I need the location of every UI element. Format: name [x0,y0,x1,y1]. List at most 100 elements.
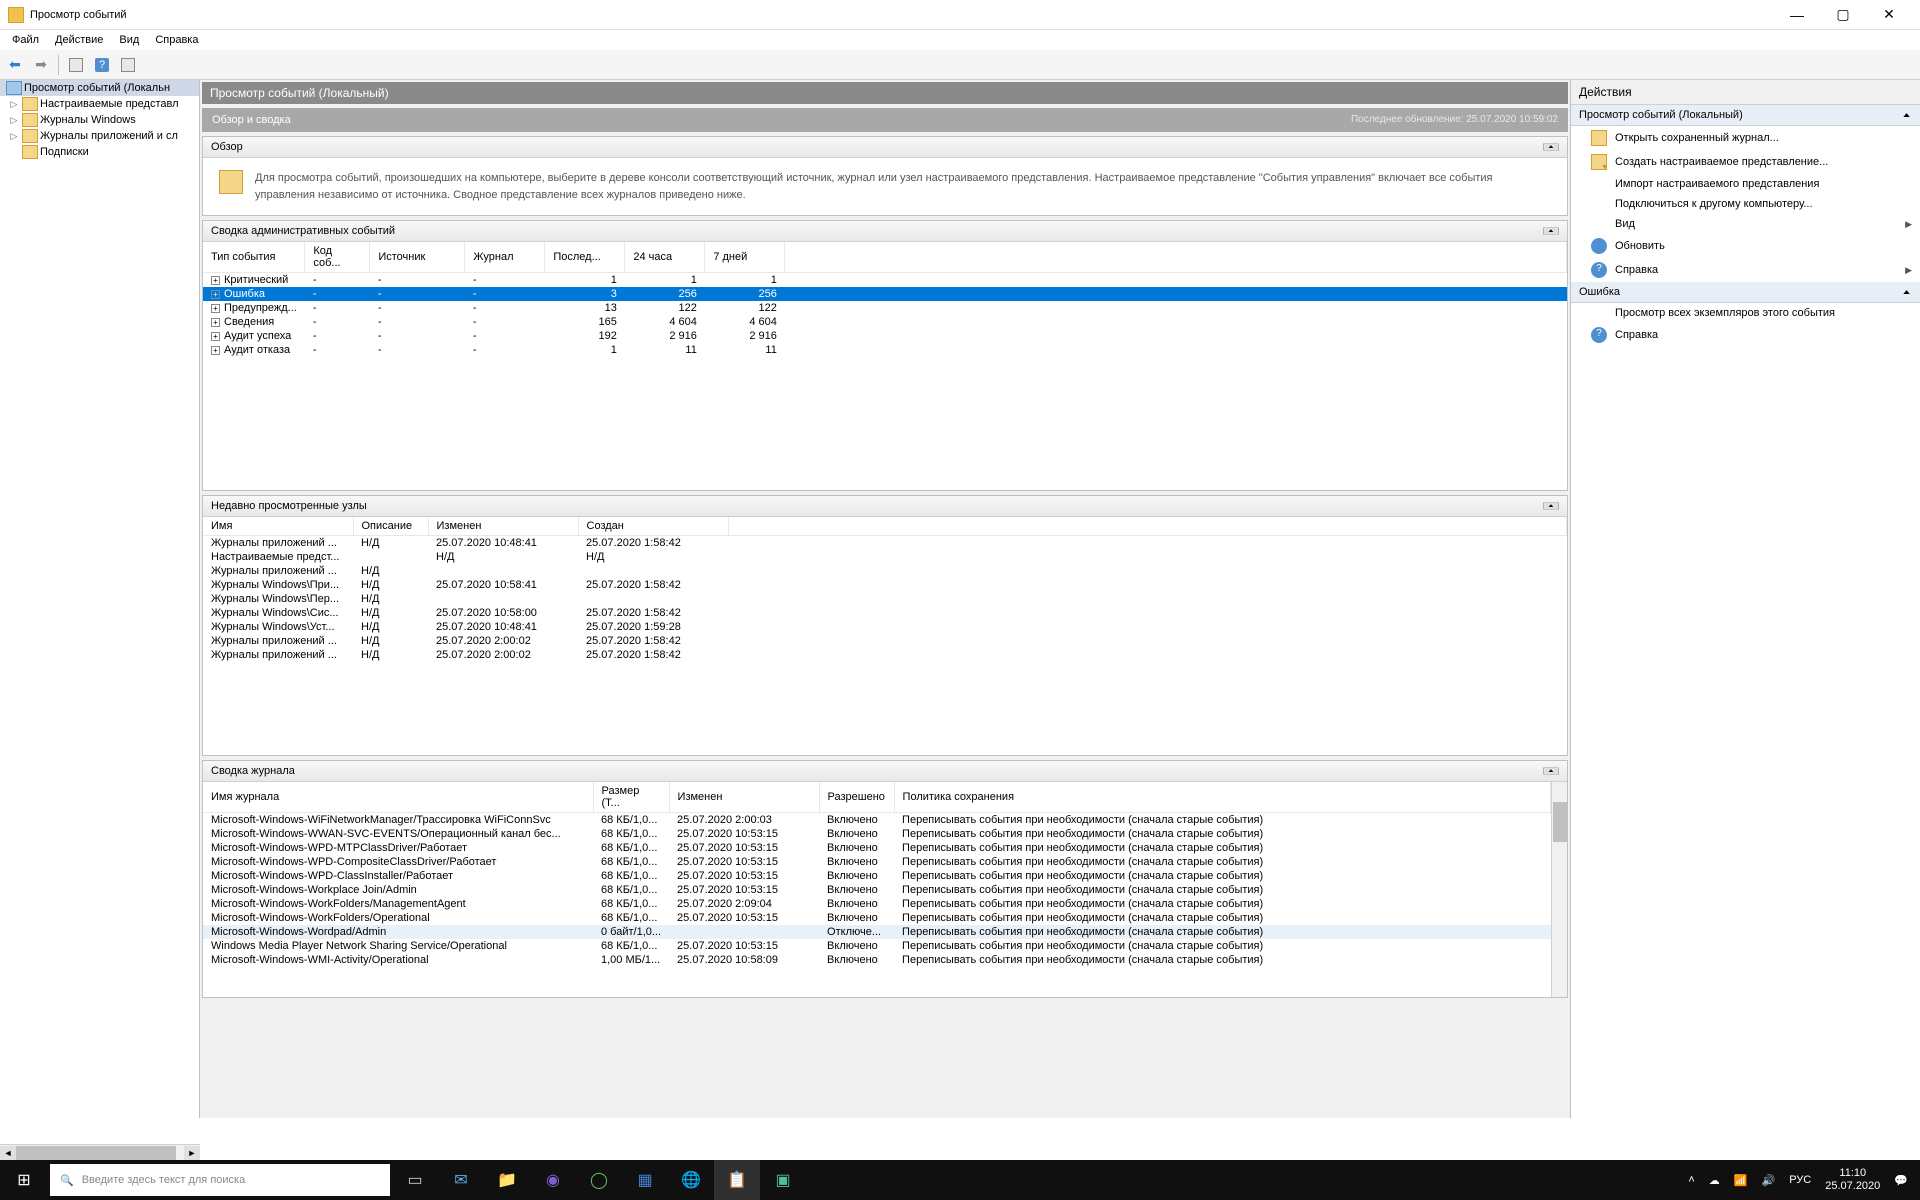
actions-item[interactable]: ?Справка▶ [1571,258,1920,282]
taskbar-search[interactable]: 🔍 Введите здесь текст для поиска [50,1164,390,1196]
start-button[interactable]: ⊞ [0,1160,48,1200]
actions-item[interactable]: Подключиться к другому компьютеру... [1571,194,1920,214]
menu-action[interactable]: Действие [47,32,111,48]
tree-item-windows-logs[interactable]: ▷ Журналы Windows [0,112,199,128]
logs-vscrollbar[interactable] [1551,782,1567,997]
toolbar-help-button[interactable]: ? [91,54,113,76]
column-header[interactable]: Изменен [428,517,578,536]
table-row[interactable]: Microsoft-Windows-WorkFolders/Management… [203,897,1551,911]
taskbar-app-mail[interactable]: ✉ [438,1160,484,1200]
table-row[interactable]: Журналы приложений ...Н/Д [203,564,1567,578]
actions-group-error[interactable]: Ошибка ▲ [1571,282,1920,303]
column-header[interactable]: 24 часа [625,242,705,273]
nav-back-button[interactable]: ⬅ [4,54,26,76]
tray-volume-icon[interactable]: 🔊 [1762,1174,1776,1187]
table-row[interactable]: +Аудит отказа---11111 [203,343,1567,357]
expand-icon[interactable]: ▷ [8,115,20,126]
actions-item[interactable]: Просмотр всех экземпляров этого события [1571,303,1920,323]
table-row[interactable]: Журналы Windows\Сис...Н/Д25.07.2020 10:5… [203,606,1567,620]
actions-item[interactable]: ?Справка [1571,323,1920,347]
table-row[interactable]: Журналы приложений ...Н/Д25.07.2020 2:00… [203,648,1567,662]
table-row[interactable]: +Ошибка---3256256 [203,287,1567,301]
collapse-icon[interactable]: ▲ [1543,143,1559,150]
column-header[interactable]: Имя журнала [203,782,593,813]
tray-notifications-icon[interactable]: 💬 [1894,1174,1908,1187]
table-row[interactable]: Microsoft-Windows-WPD-MTPClassDriver/Раб… [203,841,1551,855]
close-button[interactable]: ✕ [1866,0,1912,30]
collapse-icon[interactable]: ▲ [1901,111,1912,118]
table-row[interactable]: Microsoft-Windows-WiFiNetworkManager/Тра… [203,813,1551,828]
taskbar-app-explorer[interactable]: 📁 [484,1160,530,1200]
table-row[interactable]: Microsoft-Windows-WorkFolders/Operationa… [203,911,1551,925]
table-row[interactable]: +Критический---111 [203,273,1567,288]
actions-item[interactable]: Обновить [1571,234,1920,258]
collapse-icon[interactable]: ▲ [1543,767,1559,774]
collapse-icon[interactable]: ▲ [1543,227,1559,234]
tray-clock[interactable]: 11:10 25.07.2020 [1825,1167,1880,1193]
task-view-button[interactable]: ▭ [392,1160,438,1200]
tree-root[interactable]: Просмотр событий (Локальн [0,80,199,96]
toolbar-btn-1[interactable] [65,54,87,76]
taskbar-app-viber[interactable]: ◉ [530,1160,576,1200]
table-row[interactable]: Microsoft-Windows-WPD-ClassInstaller/Раб… [203,869,1551,883]
tray-language[interactable]: РУС [1789,1174,1811,1186]
column-header[interactable]: Источник [370,242,465,273]
column-header[interactable]: Имя [203,517,353,536]
collapse-icon[interactable]: ▲ [1901,288,1912,295]
minimize-button[interactable]: — [1774,0,1820,30]
actions-item[interactable]: Открыть сохраненный журнал... [1571,126,1920,150]
scroll-thumb[interactable] [1553,802,1567,842]
table-row[interactable]: Microsoft-Windows-WWAN-SVC-EVENTS/Операц… [203,827,1551,841]
table-row[interactable]: Microsoft-Windows-WMI-Activity/Operation… [203,953,1551,967]
taskbar-app-generic[interactable]: ▣ [760,1160,806,1200]
taskbar-app-word[interactable]: ▦ [622,1160,668,1200]
expand-icon[interactable]: + [211,332,220,341]
collapse-icon[interactable]: ▲ [1543,502,1559,509]
expand-icon[interactable]: + [211,290,220,299]
column-header[interactable]: Создан [578,517,728,536]
table-row[interactable]: Журналы Windows\Уст...Н/Д25.07.2020 10:4… [203,620,1567,634]
column-header[interactable]: Послед... [545,242,625,273]
expand-icon[interactable]: + [211,276,220,285]
taskbar-app-chrome[interactable]: 🌐 [668,1160,714,1200]
column-header[interactable]: Разрешено [819,782,894,813]
column-header[interactable]: Тип события [203,242,305,273]
menu-file[interactable]: Файл [4,32,47,48]
expand-icon[interactable]: ▷ [8,99,20,110]
menu-help[interactable]: Справка [147,32,206,48]
table-row[interactable]: Microsoft-Windows-Workplace Join/Admin68… [203,883,1551,897]
column-header[interactable]: Размер (Т... [593,782,669,813]
column-header[interactable]: Политика сохранения [894,782,1550,813]
tree-item-app-logs[interactable]: ▷ Журналы приложений и сл [0,128,199,144]
table-row[interactable]: +Аудит успеха---1922 9162 916 [203,329,1567,343]
tree-item-custom-views[interactable]: ▷ Настраиваемые представл [0,96,199,112]
column-header[interactable]: Изменен [669,782,819,813]
menu-view[interactable]: Вид [111,32,147,48]
expand-icon[interactable]: + [211,304,220,313]
taskbar-app-eventvwr[interactable]: 📋 [714,1160,760,1200]
column-header[interactable]: Код соб... [305,242,370,273]
table-row[interactable]: Журналы Windows\При...Н/Д25.07.2020 10:5… [203,578,1567,592]
table-row[interactable]: Журналы приложений ...Н/Д25.07.2020 2:00… [203,634,1567,648]
taskbar-app-utorrent[interactable]: ◯ [576,1160,622,1200]
table-row[interactable]: Настраиваемые предст...Н/ДН/Д [203,550,1567,564]
table-row[interactable]: Журналы приложений ...Н/Д25.07.2020 10:4… [203,536,1567,551]
tree-item-subscriptions[interactable]: Подписки [0,144,199,160]
tray-cloud-icon[interactable]: ☁ [1709,1174,1720,1187]
maximize-button[interactable]: ▢ [1820,0,1866,30]
logs-header[interactable]: Сводка журнала ▲ [203,761,1567,782]
summary-header[interactable]: Сводка административных событий ▲ [203,221,1567,242]
column-header[interactable]: Описание [353,517,428,536]
actions-item[interactable]: Вид▶ [1571,214,1920,234]
nav-forward-button[interactable]: ➡ [30,54,52,76]
expand-icon[interactable]: + [211,318,220,327]
actions-group-local[interactable]: Просмотр событий (Локальный) ▲ [1571,105,1920,126]
table-row[interactable]: Журналы Windows\Пер...Н/Д [203,592,1567,606]
expand-icon[interactable]: ▷ [8,131,20,142]
recent-header[interactable]: Недавно просмотренные узлы ▲ [203,496,1567,517]
toolbar-btn-2[interactable] [117,54,139,76]
tray-chevron-icon[interactable]: ˄ [1688,1174,1694,1186]
table-row[interactable]: Microsoft-Windows-WPD-CompositeClassDriv… [203,855,1551,869]
actions-item[interactable]: Импорт настраиваемого представления [1571,174,1920,194]
actions-item[interactable]: Создать настраиваемое представление... [1571,150,1920,174]
